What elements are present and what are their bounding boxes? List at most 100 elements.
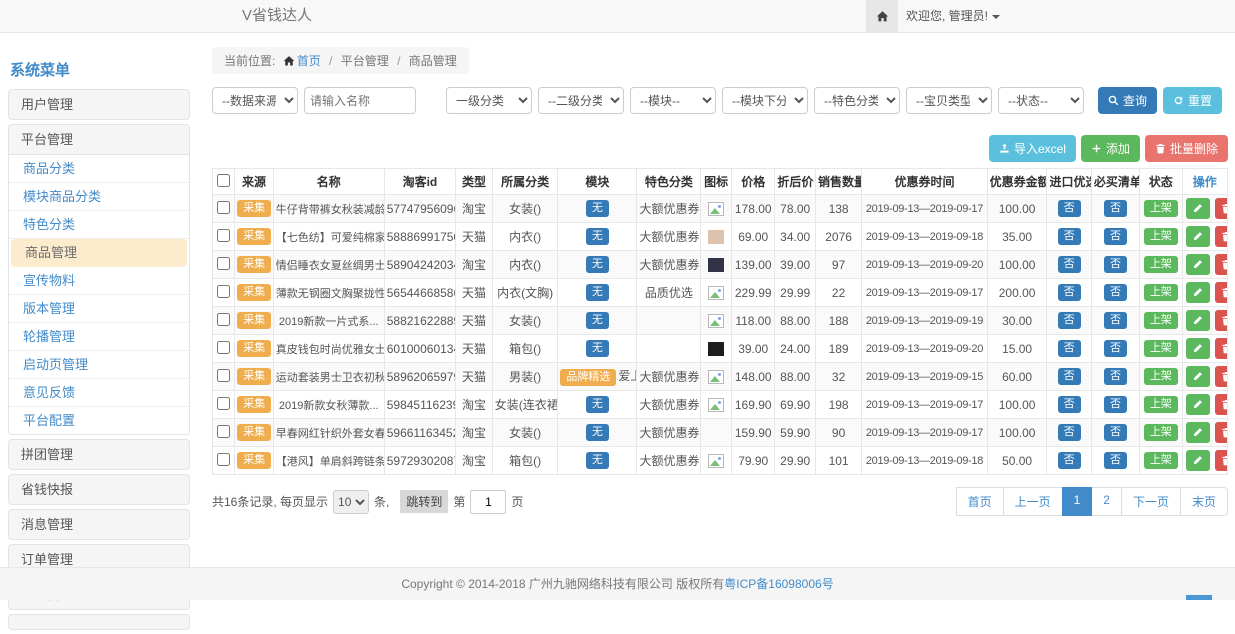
sidebar-subitem[interactable]: 宣传物料 bbox=[9, 267, 189, 295]
sidebar-subitem[interactable]: 商品分类 bbox=[9, 155, 189, 183]
must-buy-badge: 否 bbox=[1104, 284, 1127, 301]
delete-button[interactable] bbox=[1215, 422, 1228, 443]
filter-select[interactable]: --二级分类-- bbox=[538, 87, 624, 114]
breadcrumb-home-link[interactable]: 首页 bbox=[297, 54, 321, 68]
edit-button[interactable] bbox=[1186, 198, 1210, 219]
sidebar-subitem[interactable]: 模块商品分类 bbox=[9, 183, 189, 211]
product-category: 内衣() bbox=[492, 223, 558, 251]
sidebar-subitem[interactable]: 轮播管理 bbox=[9, 323, 189, 351]
row-checkbox[interactable] bbox=[217, 201, 230, 214]
sidebar-group-header[interactable]: 平台管理 bbox=[9, 125, 189, 154]
delete-button[interactable] bbox=[1215, 282, 1228, 303]
imported-badge: 否 bbox=[1058, 368, 1081, 385]
row-checkbox[interactable] bbox=[217, 313, 230, 326]
filter-select[interactable]: --状态-- bbox=[998, 87, 1084, 114]
jump-label[interactable]: 跳转到 bbox=[400, 490, 448, 513]
filter-select[interactable]: --模块-- bbox=[630, 87, 716, 114]
data-source-select[interactable]: --数据来源-- bbox=[212, 87, 298, 114]
sidebar-subitem[interactable]: 平台配置 bbox=[9, 407, 189, 434]
row-checkbox[interactable] bbox=[217, 257, 230, 270]
row-checkbox[interactable] bbox=[217, 285, 230, 298]
import-excel-button[interactable]: 导入excel bbox=[989, 135, 1076, 162]
row-checkbox[interactable] bbox=[217, 341, 230, 354]
select-all-checkbox[interactable] bbox=[217, 174, 230, 187]
sidebar-group-header[interactable] bbox=[9, 615, 189, 629]
user-menu[interactable]: 欢迎您, 管理员! bbox=[906, 0, 1000, 32]
delete-button[interactable] bbox=[1215, 226, 1228, 247]
pagination-button[interactable]: 末页 bbox=[1180, 487, 1228, 516]
filter-select[interactable]: --宝贝类型-- bbox=[906, 87, 992, 114]
delete-button[interactable] bbox=[1215, 338, 1228, 359]
filter-select[interactable]: --特色分类-- bbox=[814, 87, 900, 114]
feature-category bbox=[637, 307, 701, 335]
row-checkbox[interactable] bbox=[217, 229, 230, 242]
batch-delete-button[interactable]: 批量删除 bbox=[1145, 135, 1228, 162]
sidebar-group-header[interactable]: 拼团管理 bbox=[9, 440, 189, 469]
search-button[interactable]: 查询 bbox=[1098, 87, 1157, 114]
back-to-top-button[interactable] bbox=[1186, 595, 1212, 600]
row-checkbox[interactable] bbox=[217, 425, 230, 438]
reset-button[interactable]: 重置 bbox=[1163, 87, 1222, 114]
sidebar-group-header[interactable]: 消息管理 bbox=[9, 510, 189, 539]
product-image-icon bbox=[708, 370, 724, 384]
sidebar-subitem[interactable]: 版本管理 bbox=[9, 295, 189, 323]
filter-select[interactable]: 一级分类 bbox=[446, 87, 532, 114]
pagination-button[interactable]: 2 bbox=[1091, 487, 1122, 516]
column-header: 图标 bbox=[701, 169, 732, 195]
row-checkbox[interactable] bbox=[217, 397, 230, 410]
discount-price: 69.90 bbox=[775, 391, 816, 419]
sidebar-group-header[interactable]: 省钱快报 bbox=[9, 475, 189, 504]
trash-icon bbox=[1221, 315, 1227, 326]
sidebar-subitem[interactable]: 商品管理 bbox=[11, 239, 187, 267]
delete-button[interactable] bbox=[1215, 198, 1228, 219]
delete-button[interactable] bbox=[1215, 394, 1228, 415]
sidebar-subitem-label: 商品管理 bbox=[25, 245, 77, 260]
sidebar-subitem[interactable]: 启动页管理 bbox=[9, 351, 189, 379]
must-buy-badge: 否 bbox=[1104, 340, 1127, 357]
delete-button[interactable] bbox=[1215, 310, 1228, 331]
name-search-input[interactable] bbox=[304, 87, 416, 114]
sidebar-subitem[interactable]: 特色分类 bbox=[9, 211, 189, 239]
table-body: 采集 牛仔背带裤女秋装减龄... 577479560965 淘宝 女装() 无 … bbox=[213, 195, 1228, 475]
row-actions bbox=[1182, 279, 1227, 307]
edit-button[interactable] bbox=[1186, 282, 1210, 303]
status-badge: 上架 bbox=[1144, 368, 1178, 385]
pagination-button[interactable]: 首页 bbox=[956, 487, 1004, 516]
source-badge: 采集 bbox=[237, 424, 271, 441]
home-button[interactable] bbox=[866, 0, 898, 32]
must-buy-badge: 否 bbox=[1104, 396, 1127, 413]
edit-button[interactable] bbox=[1186, 254, 1210, 275]
edit-button[interactable] bbox=[1186, 310, 1210, 331]
delete-button[interactable] bbox=[1215, 254, 1228, 275]
status-badge: 上架 bbox=[1144, 228, 1178, 245]
page-number-input[interactable] bbox=[470, 490, 506, 514]
row-checkbox[interactable] bbox=[217, 453, 230, 466]
breadcrumb-label: 当前位置: bbox=[224, 54, 275, 68]
module-badge: 无 bbox=[586, 452, 609, 469]
must-buy-badge: 否 bbox=[1104, 452, 1127, 469]
per-page-select[interactable]: 10 bbox=[333, 490, 369, 514]
filter-select[interactable]: --模块下分类-- bbox=[722, 87, 808, 114]
sidebar-group-header[interactable]: 用户管理 bbox=[9, 90, 189, 119]
module-badge: 品牌精选 bbox=[560, 369, 616, 386]
edit-button[interactable] bbox=[1186, 422, 1210, 443]
pagination-button[interactable]: 上一页 bbox=[1003, 487, 1063, 516]
add-button[interactable]: 添加 bbox=[1081, 135, 1140, 162]
edit-button[interactable] bbox=[1186, 226, 1210, 247]
edit-button[interactable] bbox=[1186, 338, 1210, 359]
pagination-button[interactable]: 下一页 bbox=[1121, 487, 1181, 516]
table-row: 采集 2019新款一片式系... 588216228899 天猫 女装() 无 … bbox=[213, 307, 1228, 335]
pagination-button[interactable]: 1 bbox=[1062, 487, 1093, 516]
icp-link[interactable]: 粤ICP备16098006号 bbox=[724, 577, 833, 591]
sidebar-subitem[interactable]: 意见反馈 bbox=[9, 379, 189, 407]
edit-button[interactable] bbox=[1186, 366, 1210, 387]
edit-button[interactable] bbox=[1186, 450, 1210, 471]
app-title: V省钱达人 bbox=[242, 0, 312, 32]
sales-count: 101 bbox=[815, 447, 861, 475]
delete-button[interactable] bbox=[1215, 366, 1228, 387]
edit-button[interactable] bbox=[1186, 394, 1210, 415]
edit-icon bbox=[1192, 371, 1203, 382]
delete-button[interactable] bbox=[1215, 450, 1228, 471]
row-checkbox[interactable] bbox=[217, 369, 230, 382]
imported-badge: 否 bbox=[1058, 256, 1081, 273]
